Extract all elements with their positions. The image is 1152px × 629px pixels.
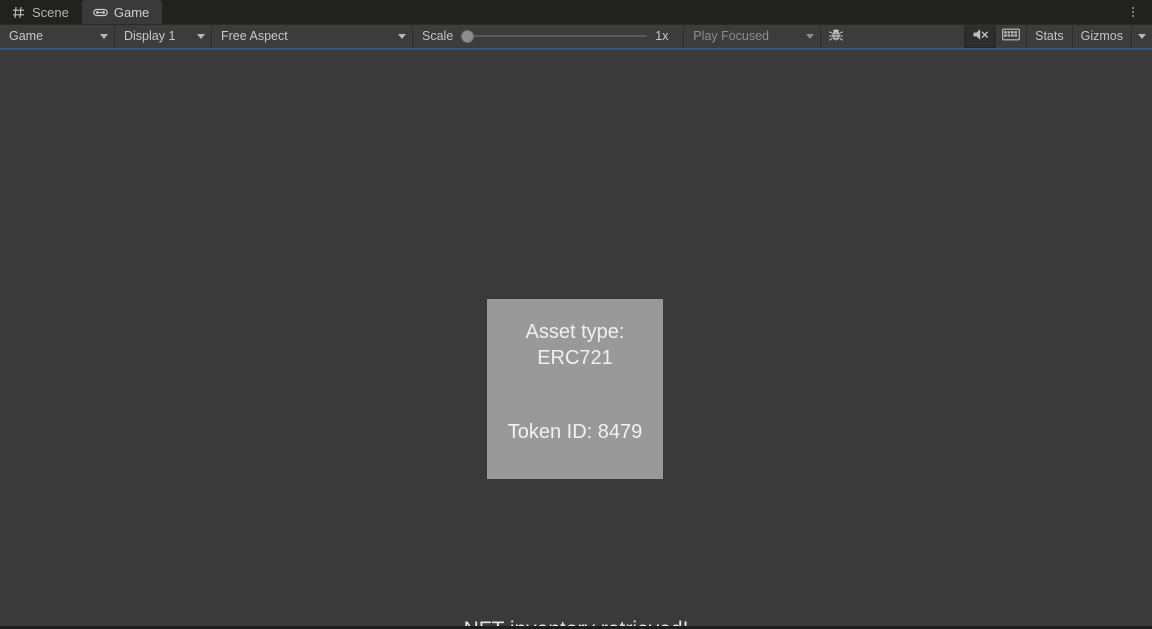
gizmos-label: Gizmos	[1081, 29, 1123, 43]
chevron-down-icon	[806, 34, 814, 39]
gizmos-dropdown-button[interactable]	[1132, 24, 1152, 48]
chevron-down-icon	[100, 34, 108, 39]
game-view-toolbar: Game Display 1 Free Aspect Scale 1x Play…	[0, 24, 1152, 50]
tab-game[interactable]: Game	[82, 0, 162, 24]
scale-slider[interactable]	[461, 29, 647, 43]
nft-token-id-text: Token ID: 8479	[487, 421, 663, 444]
mute-audio-button[interactable]	[965, 24, 995, 48]
display-value: Display 1	[124, 29, 175, 43]
gizmos-grid-icon	[1002, 28, 1020, 44]
play-mode-dropdown[interactable]: Play Focused	[684, 24, 820, 48]
debug-button[interactable]	[821, 24, 851, 48]
toolbar-spacer	[851, 24, 964, 48]
gizmos-grid-button[interactable]	[996, 24, 1026, 48]
aspect-ratio-dropdown[interactable]: Free Aspect	[212, 24, 412, 48]
kebab-menu-icon[interactable]	[1124, 0, 1142, 24]
game-view-window: Scene Game Game Display 1	[0, 0, 1152, 629]
play-mode-value: Play Focused	[693, 29, 769, 43]
aspect-ratio-value: Free Aspect	[221, 29, 288, 43]
nft-asset-type-text: Asset type: ERC721	[526, 319, 625, 371]
gizmos-button[interactable]: Gizmos	[1073, 24, 1131, 48]
tab-game-label: Game	[114, 5, 149, 20]
tab-strip: Scene Game	[0, 0, 1152, 24]
scene-grid-icon	[11, 5, 26, 20]
mute-audio-icon	[972, 27, 989, 45]
chevron-down-icon	[398, 34, 406, 39]
gamepad-icon	[93, 5, 108, 20]
scale-value: 1x	[655, 29, 675, 43]
tab-scene[interactable]: Scene	[0, 0, 82, 24]
bug-icon	[828, 27, 844, 46]
stats-label: Stats	[1035, 29, 1064, 43]
stats-button[interactable]: Stats	[1027, 24, 1072, 48]
display-dropdown[interactable]: Display 1	[115, 24, 211, 48]
chevron-down-icon	[1138, 34, 1146, 39]
nft-card[interactable]: Asset type: ERC721 Token ID: 8479	[487, 299, 663, 479]
status-message: NFT inventory retrieved!	[0, 618, 1152, 626]
target-display-value: Game	[9, 29, 43, 43]
game-view-canvas[interactable]: Asset type: ERC721 Token ID: 8479 NFT in…	[0, 50, 1152, 626]
scale-label: Scale	[422, 29, 453, 43]
scale-control: Scale 1x	[413, 24, 683, 48]
tab-scene-label: Scene	[32, 5, 69, 20]
scale-slider-track	[461, 35, 647, 37]
chevron-down-icon	[197, 34, 205, 39]
target-display-dropdown[interactable]: Game	[0, 24, 114, 48]
scale-slider-handle[interactable]	[461, 30, 474, 43]
